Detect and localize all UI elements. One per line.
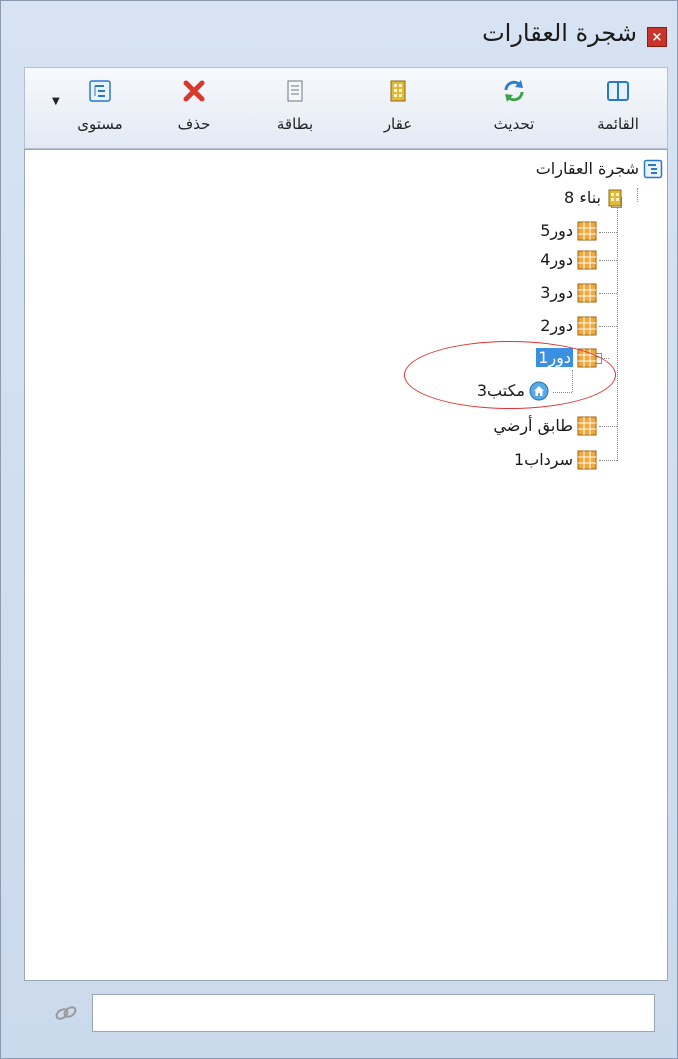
tree-connector <box>599 260 617 261</box>
property-button-label: عقار <box>383 115 413 133</box>
tree-item-label: مكتب3 <box>476 381 525 400</box>
tree-item-label: بناء 8 <box>564 188 601 207</box>
floor-grid-icon <box>577 316 597 335</box>
tree-item-label: دور2 <box>540 316 573 335</box>
floor-grid-icon <box>577 283 597 302</box>
refresh-button-label: تحديث <box>493 115 535 133</box>
tree-connector <box>617 208 618 461</box>
toolbar: القائمة تحديث عقار بطاقة حذف مستوى ▼ <box>24 67 668 149</box>
level-dropdown-button[interactable]: مستوى <box>65 74 135 144</box>
list-button-label: القائمة <box>597 115 639 133</box>
tree-root-label: شجرة العقارات <box>535 159 639 178</box>
tree-item-label: دور5 <box>540 221 573 240</box>
office-icon <box>529 381 549 400</box>
tree-view-icon <box>643 159 663 178</box>
property-tree-window: شجرة العقارات × القائمة تحديث عقار بطاقة… <box>0 0 678 1059</box>
tree-item-building[interactable]: بناء 8 <box>564 187 625 209</box>
tree-connector <box>553 392 572 393</box>
tree-item-label: دور3 <box>540 283 573 302</box>
floor-grid-icon <box>577 250 597 269</box>
tree-item-floor-selected[interactable]: دور1 <box>536 347 597 369</box>
tree-panel: − − شجرة العقارات بناء 8 <box>24 149 668 981</box>
tree-root[interactable]: شجرة العقارات <box>536 158 663 180</box>
tree-connector <box>599 293 617 294</box>
list-panel-icon <box>607 81 629 101</box>
refresh-icon <box>504 80 524 102</box>
refresh-button[interactable]: تحديث <box>479 74 549 144</box>
search-bar <box>24 981 668 1051</box>
tree-item-floor[interactable]: دور5 <box>540 220 597 242</box>
card-icon <box>287 80 303 102</box>
floor-grid-icon <box>577 416 597 435</box>
tree-view-icon <box>89 80 111 102</box>
tree-connector <box>599 426 617 427</box>
level-button-label: مستوى <box>77 115 123 133</box>
property-button[interactable]: عقار <box>363 74 433 144</box>
floor-grid-icon <box>577 221 597 240</box>
dropdown-arrow-icon[interactable]: ▼ <box>52 96 60 107</box>
link-icon[interactable] <box>54 1003 78 1023</box>
tree-item-floor[interactable]: دور2 <box>540 315 597 337</box>
tree-item-label: سرداب1 <box>513 450 573 469</box>
delete-button[interactable]: حذف <box>159 74 229 144</box>
title-bar: شجرة العقارات × <box>1 1 677 67</box>
tree-connector <box>599 232 617 233</box>
tree-connector <box>599 326 617 327</box>
card-button-label: بطاقة <box>276 115 314 133</box>
tree-connector <box>637 188 638 202</box>
search-input[interactable] <box>92 994 655 1032</box>
floor-grid-icon <box>577 348 597 367</box>
delete-button-label: حذف <box>177 115 211 133</box>
close-button[interactable]: × <box>647 27 667 47</box>
floor-grid-icon <box>577 450 597 469</box>
tree-item-floor[interactable]: دور4 <box>540 249 597 271</box>
tree-connector <box>572 370 573 392</box>
delete-x-icon <box>183 80 205 102</box>
tree-item-office[interactable]: مكتب3 <box>477 380 549 402</box>
tree-connector <box>599 460 617 461</box>
tree-item-label: طابق أرضي <box>493 416 573 435</box>
tree-item-floor[interactable]: دور3 <box>540 282 597 304</box>
list-button[interactable]: القائمة <box>583 74 653 144</box>
tree-item-floor[interactable]: طابق أرضي <box>493 415 597 437</box>
card-button[interactable]: بطاقة <box>260 74 330 144</box>
tree-item-label: دور1 <box>536 348 573 367</box>
window-title: شجرة العقارات <box>482 19 637 47</box>
tree-item-floor[interactable]: سرداب1 <box>514 449 597 471</box>
tree-item-label: دور4 <box>540 250 573 269</box>
building-icon <box>390 80 406 102</box>
building-icon <box>608 189 622 206</box>
